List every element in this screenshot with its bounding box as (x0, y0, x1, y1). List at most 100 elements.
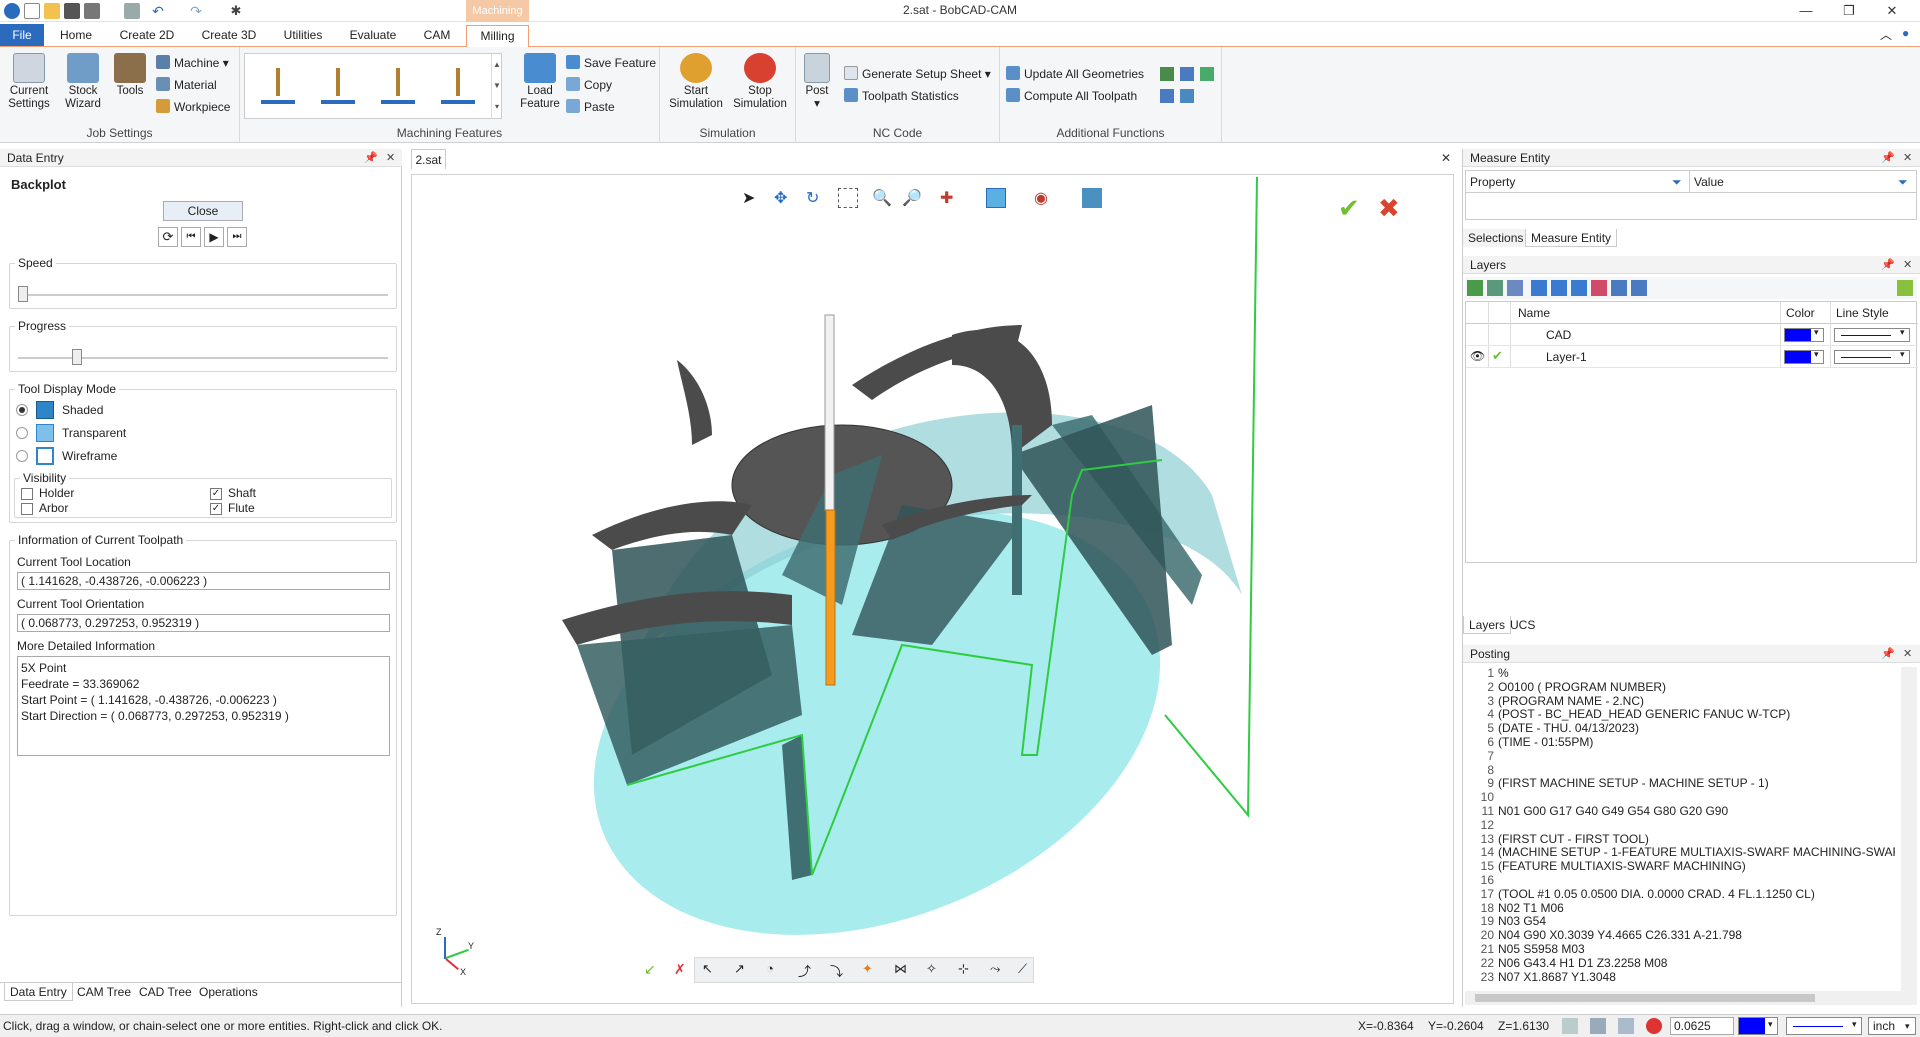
tool-orientation-field[interactable]: ( 0.068773, 0.297253, 0.952319 ) (17, 614, 390, 632)
layer-row[interactable]: CAD ▾ ▾ (1466, 324, 1918, 346)
copy-button[interactable]: Copy (566, 76, 612, 94)
tab-utilities[interactable]: Utilities (274, 25, 332, 45)
name-column-header[interactable]: Name (1518, 306, 1550, 320)
tool-location-field[interactable]: ( 1.141628, -0.438726, -0.006223 ) (17, 572, 390, 590)
workpiece-button[interactable]: Workpiece (156, 98, 230, 116)
speed-slider-track[interactable] (18, 294, 388, 296)
tab-cad-tree[interactable]: CAD Tree (134, 983, 197, 1001)
feature-5axis-icon[interactable] (441, 68, 475, 104)
value-column-header[interactable]: Value ⏷ (1690, 171, 1916, 193)
color-dropdown[interactable]: ▾ (1738, 1017, 1778, 1035)
close-panel-icon[interactable]: ✕ (1903, 645, 1912, 663)
paste-button[interactable]: Paste (566, 98, 615, 116)
select-tool-5-icon[interactable]: ⤵ (830, 961, 850, 981)
stock-wizard-button[interactable]: Stock Wizard (58, 53, 108, 111)
update-geometries-button[interactable]: Update All Geometries (1006, 65, 1144, 83)
grid-icon[interactable] (1618, 1018, 1634, 1034)
compute-toolpath-button[interactable]: Compute All Toolpath (1006, 87, 1137, 105)
restore-icon[interactable]: ❐ (1835, 2, 1863, 20)
restart-icon[interactable]: ⟳ (158, 227, 178, 247)
pin-icon[interactable]: 📌 (364, 149, 378, 167)
pin-icon[interactable]: 📌 (1881, 149, 1895, 167)
function-d-icon[interactable] (1160, 89, 1174, 103)
select-tool-4-icon[interactable]: ⤴ (798, 961, 818, 981)
eraser-icon[interactable] (1591, 280, 1607, 296)
start-simulation-button[interactable]: Start Simulation (666, 53, 726, 111)
detail-info-box[interactable]: 5X Point Feedrate = 33.369062 Start Poin… (17, 656, 390, 756)
tools-button[interactable]: Tools (110, 53, 150, 98)
add-layer-icon[interactable] (1487, 280, 1503, 296)
toolpath-statistics-button[interactable]: Toolpath Statistics (844, 87, 959, 105)
function-a-icon[interactable] (1160, 67, 1174, 81)
close-document-icon[interactable]: ✕ (1441, 151, 1451, 165)
ucs-icon[interactable]: ✚ (940, 188, 960, 208)
tab-measure-entity[interactable]: Measure Entity (1525, 229, 1618, 247)
select-tool-9-icon[interactable]: ⊹ (958, 961, 978, 981)
layer-linestyle-dropdown[interactable]: ▾ (1834, 327, 1910, 342)
visibility-icon[interactable]: ◉ (1034, 188, 1054, 208)
view-cube-icon[interactable] (986, 188, 1006, 208)
select-tool-2-icon[interactable]: ↗ (734, 961, 754, 981)
close-window-icon[interactable]: ✕ (1878, 2, 1906, 20)
progress-slider-thumb[interactable] (72, 349, 82, 365)
layer-import-icon[interactable] (1631, 280, 1647, 296)
layer-color-dropdown[interactable]: ▾ (1784, 327, 1824, 342)
tab-evaluate[interactable]: Evaluate (342, 25, 404, 45)
speed-slider-thumb[interactable] (18, 286, 28, 302)
linestyle-dropdown[interactable]: ▾ (1786, 1017, 1862, 1035)
feature-3axis-icon[interactable] (321, 68, 355, 104)
close-panel-icon[interactable]: ✕ (1903, 149, 1912, 167)
shaft-checkbox[interactable]: ✓ (210, 488, 222, 500)
stop-simulation-button[interactable]: Stop Simulation (730, 53, 790, 111)
holder-checkbox[interactable] (21, 488, 33, 500)
function-b-icon[interactable] (1180, 67, 1194, 81)
shaded-radio[interactable] (16, 404, 28, 416)
close-panel-icon[interactable]: ✕ (1903, 256, 1912, 274)
tag-icon[interactable] (1897, 280, 1913, 296)
generate-setup-sheet-button[interactable]: Generate Setup Sheet ▾ (844, 65, 991, 83)
load-feature-button[interactable]: Load Feature (518, 53, 562, 111)
function-e-icon[interactable] (1180, 89, 1194, 103)
pan-icon[interactable]: ✥ (774, 188, 794, 208)
filter-icon[interactable]: ⏷ (1898, 171, 1908, 193)
arrow-left-icon[interactable] (1531, 280, 1547, 296)
tab-cam[interactable]: CAM (414, 25, 460, 45)
snap-icon[interactable] (1562, 1018, 1578, 1034)
feature-2axis-icon[interactable] (261, 68, 295, 104)
select-tool-1-icon[interactable]: ↖ (702, 961, 722, 981)
arrow-down-icon[interactable] (1571, 280, 1587, 296)
minimize-icon[interactable]: — (1792, 2, 1820, 20)
current-settings-button[interactable]: Current Settings (4, 53, 54, 111)
select-tool-10-icon[interactable]: ⤳ (990, 961, 1010, 981)
step-value-field[interactable]: 0.0625 (1670, 1017, 1734, 1035)
select-arrow-icon[interactable]: ➤ (742, 188, 762, 208)
feature-4axis-icon[interactable] (381, 68, 415, 104)
document-tab[interactable]: 2.sat (411, 149, 446, 169)
cancel-x-icon[interactable]: ✖ (1378, 193, 1408, 223)
pin-icon[interactable]: 📌 (1881, 256, 1895, 274)
units-dropdown[interactable]: inch ▾ (1868, 1017, 1916, 1035)
arrow-up-icon[interactable] (1551, 280, 1567, 296)
line-style-column-header[interactable]: Line Style (1836, 306, 1889, 320)
select-tool-3-icon[interactable]: ◔ (766, 961, 786, 981)
select-tool-11-icon[interactable]: ⟋ (1018, 961, 1038, 981)
tab-data-entry[interactable]: Data Entry (4, 983, 73, 1001)
step-back-icon[interactable]: ⏮ (181, 227, 201, 247)
color-column-header[interactable]: Color (1786, 306, 1815, 320)
select-tool-8-icon[interactable]: ✧ (926, 961, 946, 981)
arbor-checkbox[interactable] (21, 503, 33, 515)
filter-icon[interactable]: ⏷ (1672, 171, 1682, 193)
step-forward-icon[interactable]: ⏭ (227, 227, 247, 247)
save-feature-button[interactable]: Save Feature (566, 54, 656, 72)
3d-viewport[interactable]: ➤ ✥ ↻ 🔍 🔎 ✚ ◉ ✔ ✖ Z Y X ↙ ✗ ↖ ↗ ◔ ⤴ ⤵ ✦ … (411, 174, 1454, 1004)
new-layer-icon[interactable] (1467, 280, 1483, 296)
pin-icon[interactable]: 📌 (1881, 645, 1895, 663)
tab-ucs[interactable]: UCS (1505, 616, 1540, 634)
window-select-icon[interactable] (838, 188, 858, 208)
tab-create-2d[interactable]: Create 2D (112, 25, 182, 45)
eye-icon[interactable]: 👁 (1470, 349, 1485, 363)
ok-check-icon[interactable]: ✔ (1338, 193, 1368, 223)
tab-layers[interactable]: Layers (1463, 616, 1512, 634)
function-c-icon[interactable] (1200, 67, 1214, 81)
tab-operations[interactable]: Operations (194, 983, 263, 1001)
